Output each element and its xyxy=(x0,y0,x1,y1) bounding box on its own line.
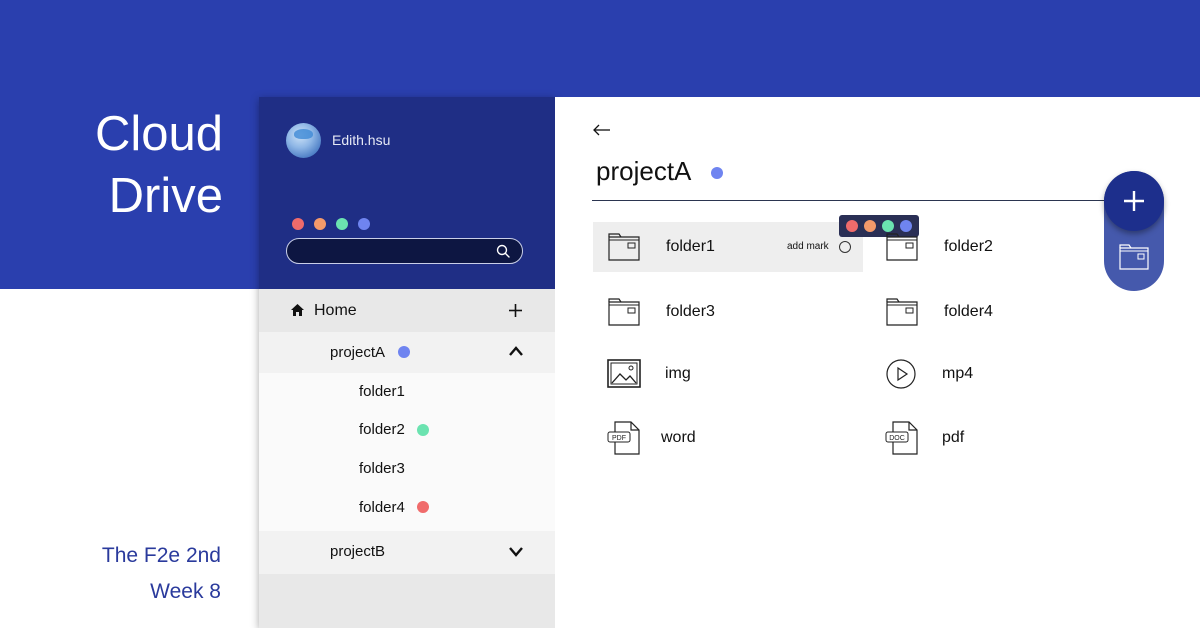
color-filter-dots xyxy=(292,218,370,230)
file-name: folder4 xyxy=(944,303,993,320)
mark-dot xyxy=(398,346,410,358)
sidebar-item-label: projectA xyxy=(330,344,386,361)
fab-group xyxy=(1104,171,1164,291)
add-mark-radio[interactable] xyxy=(839,241,851,253)
file-name: mp4 xyxy=(942,365,974,382)
file-name: word xyxy=(661,429,696,446)
plus-icon xyxy=(1124,191,1144,211)
sidebar-header: Edith.hsu xyxy=(259,97,555,289)
sidebar: Edith.hsu Home projectA folder1 folder2 … xyxy=(259,97,555,628)
app-title-line1: Cloud xyxy=(94,107,223,161)
back-arrow-icon[interactable] xyxy=(593,124,611,136)
folder-icon xyxy=(886,233,918,261)
sidebar-item-label: projectB xyxy=(330,543,386,560)
app-subtitle-line2: Week 8 xyxy=(150,580,221,603)
file-item-folder3[interactable]: folder3 xyxy=(593,287,863,337)
svg-text:PDF: PDF xyxy=(612,435,626,442)
file-item-img[interactable]: img xyxy=(593,349,863,399)
file-item-folder1[interactable]: folder1 add mark xyxy=(593,222,863,272)
avatar[interactable] xyxy=(286,123,321,158)
mark-dot xyxy=(711,167,723,179)
folder-icon xyxy=(608,233,640,261)
sidebar-item-folder3[interactable]: folder3 xyxy=(359,460,405,477)
chevron-down-icon[interactable] xyxy=(508,545,524,557)
pdf-file-icon: PDF xyxy=(607,421,640,455)
plus-icon[interactable] xyxy=(508,303,523,318)
doc-file-icon: DOC xyxy=(885,421,918,455)
projecta-folder-list: folder1 folder2 folder3 folder4 xyxy=(259,373,555,531)
file-item-mp4[interactable]: mp4 xyxy=(871,349,1141,399)
sidebar-item-folder1[interactable]: folder1 xyxy=(359,383,405,400)
sidebar-item-folder2[interactable]: folder2 xyxy=(359,421,405,438)
chevron-up-icon[interactable] xyxy=(508,345,524,357)
color-dot-orange[interactable] xyxy=(314,218,326,230)
file-name: folder1 xyxy=(666,238,715,255)
folder-icon xyxy=(886,298,918,326)
app-title-line2: Drive xyxy=(108,169,223,223)
color-dot-blue[interactable] xyxy=(358,218,370,230)
color-dot-green[interactable] xyxy=(336,218,348,230)
file-item-word[interactable]: PDF word xyxy=(593,413,863,463)
svg-text:DOC: DOC xyxy=(889,435,905,442)
app-title: Cloud Drive xyxy=(95,103,223,227)
file-name: folder2 xyxy=(944,238,993,255)
new-folder-icon[interactable] xyxy=(1119,243,1149,271)
image-icon xyxy=(607,359,641,388)
sidebar-item-label: Home xyxy=(314,302,357,319)
file-name: img xyxy=(665,365,691,382)
username: Edith.hsu xyxy=(332,132,391,148)
main-panel: projectA folder1 add mark folder2 folder… xyxy=(555,97,1200,628)
mark-dot xyxy=(417,424,429,436)
color-dot-red[interactable] xyxy=(292,218,304,230)
home-icon xyxy=(291,304,304,316)
sidebar-item-projectb[interactable]: projectB xyxy=(259,531,555,574)
file-item-folder4[interactable]: folder4 xyxy=(871,287,1141,337)
app-subtitle: The F2e 2nd Week 8 xyxy=(102,538,221,610)
play-icon xyxy=(886,359,916,389)
page-title: projectA xyxy=(596,156,692,186)
picker-color-red[interactable] xyxy=(846,220,858,232)
file-item-folder2[interactable]: folder2 xyxy=(871,222,1141,272)
add-mark-label[interactable]: add mark xyxy=(787,241,829,252)
file-item-pdf[interactable]: DOC pdf xyxy=(871,413,1141,463)
sidebar-item-projecta[interactable]: projectA xyxy=(259,332,555,373)
divider xyxy=(592,200,1147,201)
mark-dot xyxy=(417,501,429,513)
file-name: pdf xyxy=(942,429,965,446)
add-button[interactable] xyxy=(1104,171,1164,231)
app-subtitle-line1: The F2e 2nd xyxy=(101,544,221,567)
sidebar-item-folder4[interactable]: folder4 xyxy=(359,499,405,516)
file-name: folder3 xyxy=(666,303,715,320)
search-icon[interactable] xyxy=(496,244,510,258)
search-input[interactable] xyxy=(286,238,523,264)
sidebar-item-home[interactable]: Home xyxy=(259,289,555,332)
folder-icon xyxy=(608,298,640,326)
